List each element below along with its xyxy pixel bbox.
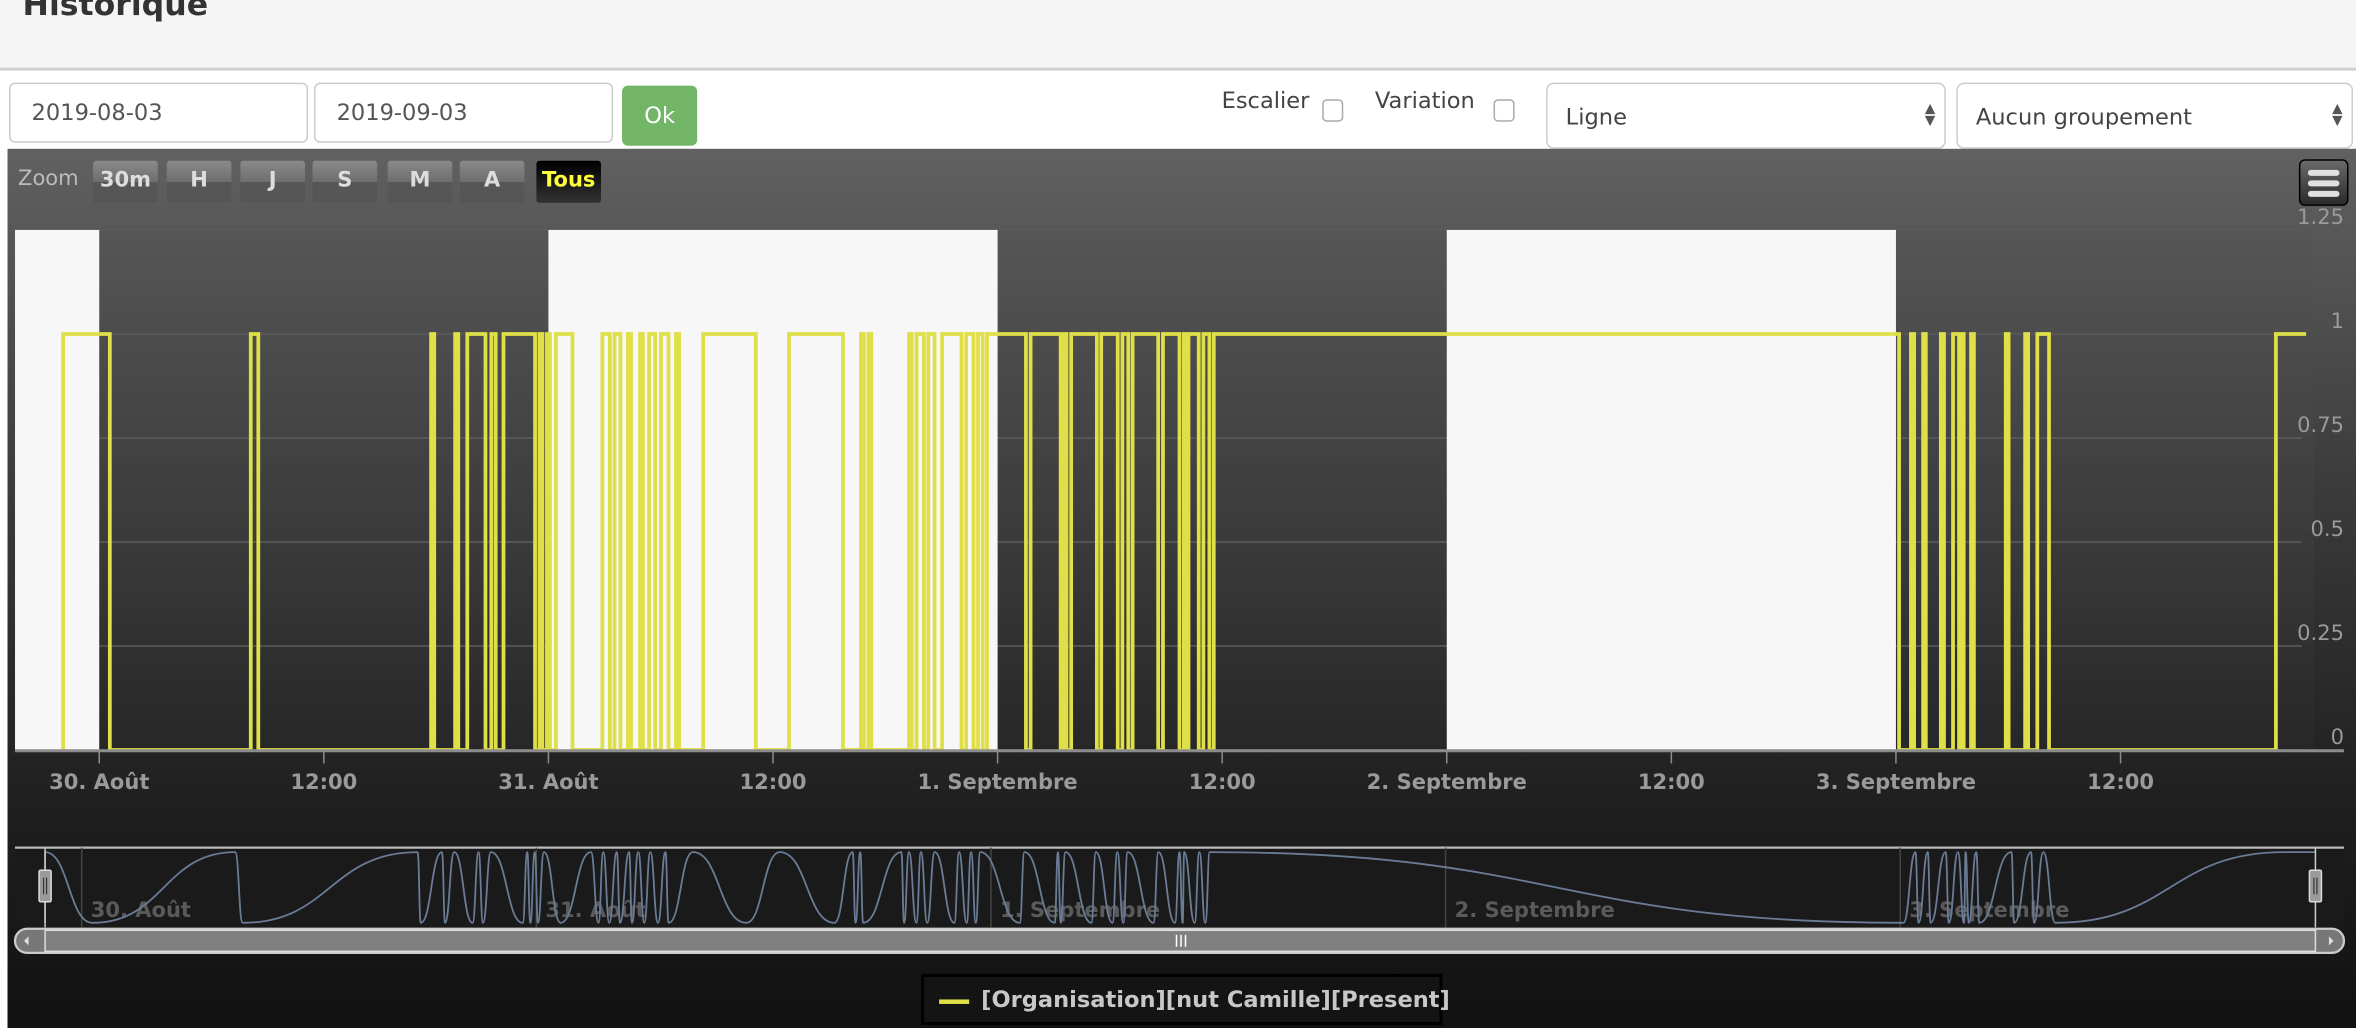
y-tick-label: 0.5: [2311, 516, 2344, 541]
y-tick-label: 1.25: [2297, 204, 2344, 229]
x-tick-label: 12:00: [1638, 769, 1705, 794]
zoom-button-30m[interactable]: 30m: [93, 160, 158, 203]
zoom-button-m[interactable]: M: [387, 160, 453, 203]
navigator-tick-label: 30. Août: [91, 897, 191, 922]
navigator-handle-left[interactable]: [38, 869, 52, 903]
hamburger-menu-icon: [2307, 190, 2340, 197]
navigator-tick-label: 2. Septembre: [1455, 897, 1615, 922]
chart-menu-button[interactable]: [2298, 159, 2349, 206]
plot-band: [1446, 229, 1896, 750]
x-tick-label: 31. Août: [498, 769, 598, 794]
x-tick-label: 12:00: [2087, 769, 2154, 794]
history-chart: 0 0.25 0.5 0.75 1 1.25 30. Août 12:00 31. Août 12…: [13, 204, 2346, 954]
hamburger-menu-icon: [2307, 180, 2340, 187]
x-tick-label: 3. Septembre: [1816, 769, 1976, 794]
x-tick-label: 12:00: [1189, 769, 1256, 794]
legend-series-line-icon: [939, 999, 970, 1004]
plot-band: [15, 229, 100, 750]
navigator-handle-right[interactable]: [2308, 869, 2323, 903]
x-tick-label: 12:00: [290, 769, 357, 794]
zoom-button-a[interactable]: A: [459, 160, 525, 203]
zoom-button-j[interactable]: J: [240, 160, 306, 203]
zoom-button-h[interactable]: H: [166, 160, 232, 203]
y-tick-label: 0.25: [2297, 620, 2344, 645]
x-tick-label: 2. Septembre: [1367, 769, 1527, 794]
x-tick-label: 12:00: [740, 769, 807, 794]
zoom-button-s[interactable]: S: [312, 160, 378, 203]
y-tick-label: 0.75: [2297, 412, 2344, 437]
legend-series-label: [Organisation][nut Camille][Present]: [981, 985, 1450, 1013]
y-tick-label: 1: [2331, 308, 2344, 333]
x-tick-label: 30. Août: [49, 769, 149, 794]
hamburger-menu-icon: [2307, 169, 2340, 176]
y-tick-label: 0: [2331, 724, 2344, 749]
zoom-label: Zoom: [18, 166, 79, 191]
page: Historique 2019-08-03 2019-09-03 Ok Esca…: [0, 0, 2356, 1028]
x-tick-label: 1. Septembre: [917, 769, 1077, 794]
legend[interactable]: [Organisation][nut Camille][Present]: [921, 973, 1450, 1025]
zoom-button-tous[interactable]: Tous: [536, 160, 602, 203]
